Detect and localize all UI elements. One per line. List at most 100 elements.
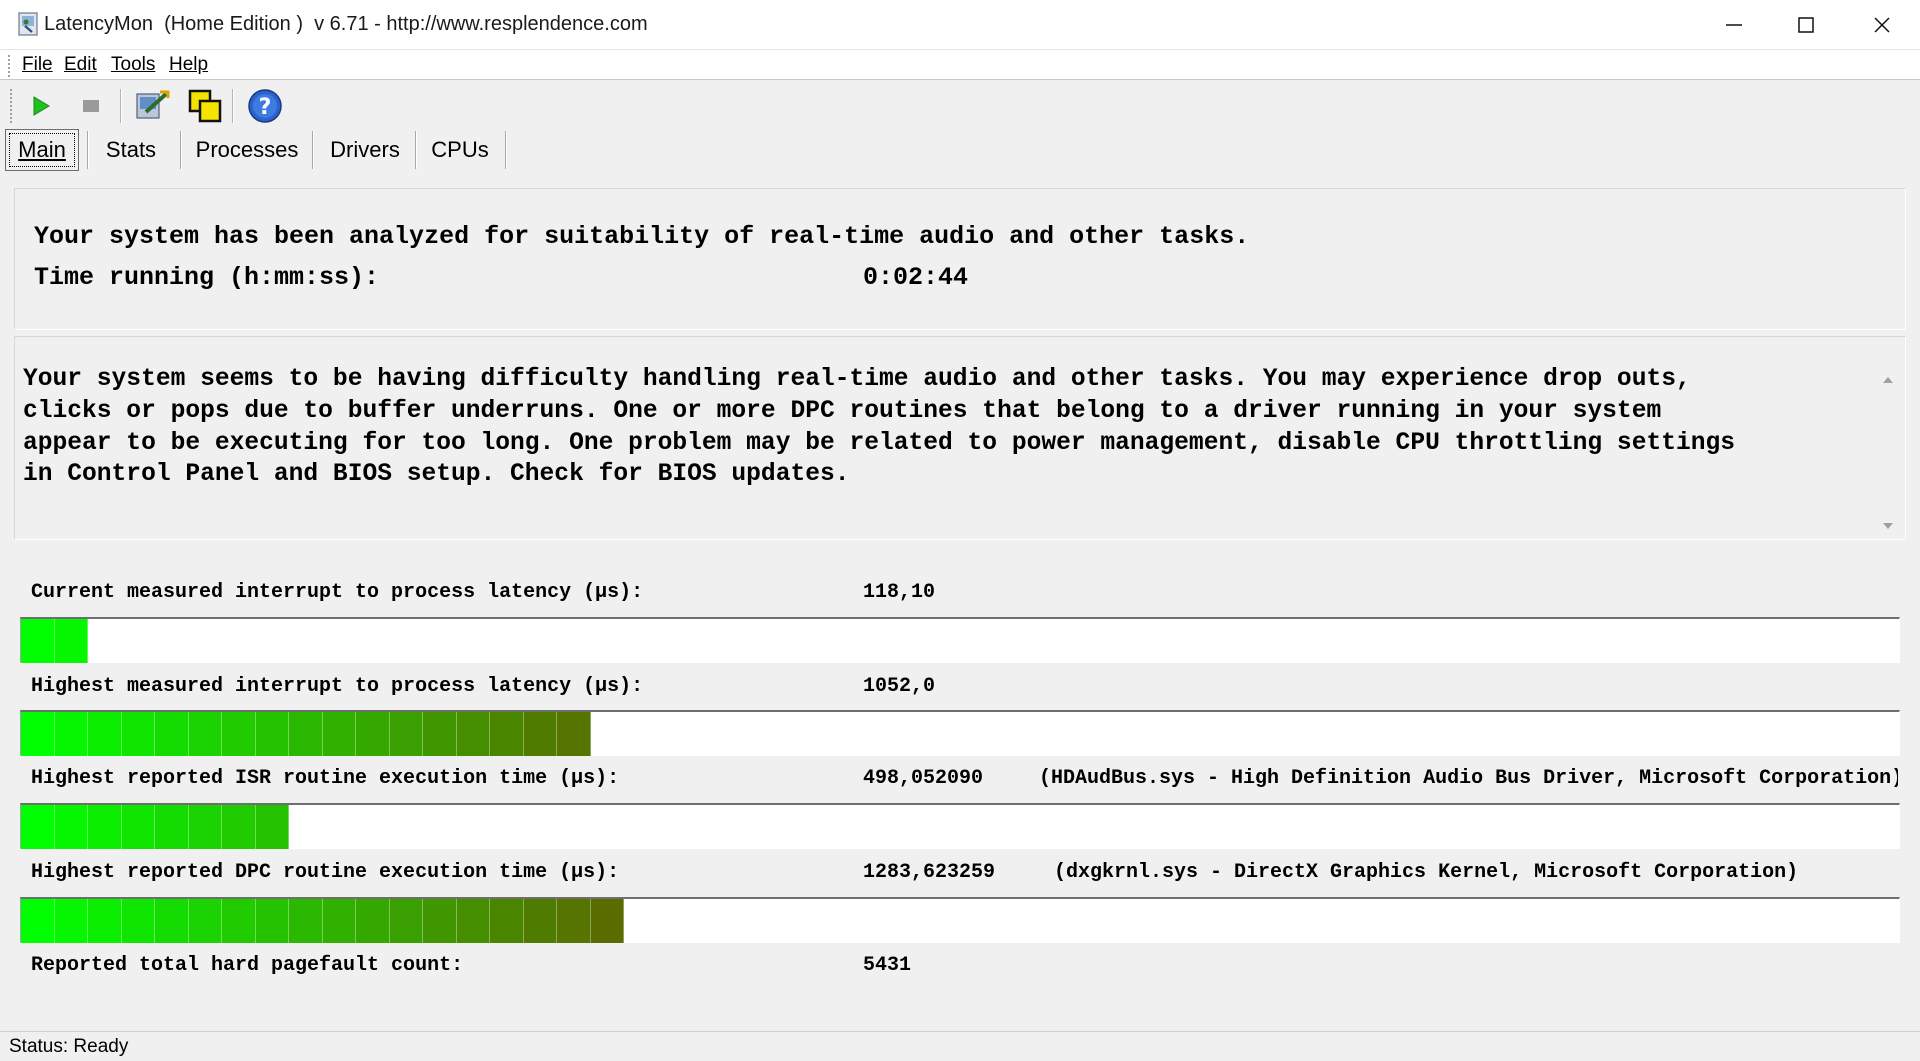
bar-segment (88, 899, 122, 943)
current-latency-label: Current measured interrupt to process la… (31, 581, 644, 604)
bar-segment (456, 712, 490, 756)
tab-main[interactable]: Main (5, 129, 79, 171)
bar-segment (54, 619, 88, 663)
bar-segment (188, 712, 222, 756)
menu-tools-label: Tools (111, 54, 156, 75)
tab-separator (415, 131, 417, 169)
verdict-text: Your system seems to be having difficult… (23, 366, 1736, 489)
bar-segment (21, 805, 55, 849)
help-icon: ? (248, 89, 282, 123)
bar-segment (590, 899, 624, 943)
status-text: Status: Ready (9, 1036, 129, 1057)
bar-segment (456, 899, 490, 943)
bar-segment (289, 712, 323, 756)
bar-segment (188, 899, 222, 943)
current-latency-bar-fill (21, 619, 88, 663)
isr-time-bar (20, 803, 1900, 849)
menu-bar: File Edit Tools Help (0, 50, 1920, 80)
play-icon (33, 96, 50, 116)
windows-button[interactable] (186, 87, 224, 125)
close-button[interactable] (1846, 0, 1918, 50)
tools-button[interactable] (133, 87, 171, 125)
bar-segment (423, 899, 457, 943)
bar-segment (255, 712, 289, 756)
toolbar-grip (10, 89, 13, 123)
pagefault-label: Reported total hard pagefault count: (31, 954, 464, 977)
stop-icon (83, 100, 99, 112)
tab-separator (87, 131, 89, 169)
status-bar: Status: Ready (0, 1031, 1920, 1061)
dpc-time-bar-fill (21, 899, 624, 943)
verdict-panel: Your system seems to be having difficult… (14, 336, 1906, 540)
tab-cpus-label: CPUs (431, 137, 489, 162)
tab-main-label: Main (18, 137, 66, 162)
current-latency-bar (20, 617, 1900, 663)
bar-segment (289, 899, 323, 943)
isr-time-value: 498,052090 (863, 767, 984, 790)
bar-segment (255, 805, 289, 849)
menu-grip (8, 55, 11, 77)
menu-help[interactable]: Help (169, 54, 208, 76)
bar-segment (356, 899, 390, 943)
bar-segment (523, 712, 557, 756)
pagefault-value: 5431 (863, 954, 912, 977)
highest-latency-label: Highest measured interrupt to process la… (31, 675, 644, 698)
bar-segment (54, 712, 88, 756)
window-title: LatencyMon (Home Edition ) v 6.71 - http… (44, 13, 648, 35)
dpc-time-label: Highest reported DPC routine execution t… (31, 861, 620, 884)
bar-segment (322, 899, 356, 943)
time-running-value: 0:02:44 (863, 263, 969, 292)
svg-text:?: ? (259, 95, 272, 120)
stop-button[interactable] (72, 87, 110, 125)
tab-separator (180, 131, 182, 169)
tab-strip: Main Stats Processes Drivers CPUs (0, 129, 1920, 173)
app-icon (18, 12, 38, 36)
bar-segment (121, 899, 155, 943)
maximize-button[interactable] (1770, 0, 1842, 50)
minimize-icon (1726, 24, 1742, 26)
menu-edit[interactable]: Edit (64, 54, 97, 76)
bar-segment (222, 899, 256, 943)
dpc-time-bar (20, 897, 1900, 943)
tab-drivers[interactable]: Drivers (320, 129, 410, 171)
wrench-icon (136, 90, 170, 119)
bar-segment (523, 899, 557, 943)
bar-segment (490, 899, 524, 943)
dpc-time-value: 1283,623259 (863, 861, 996, 884)
title-bar: LatencyMon (Home Edition ) v 6.71 - http… (0, 0, 1920, 50)
bar-segment (222, 805, 256, 849)
maximize-icon (1798, 17, 1814, 33)
isr-driver-info: (HDAudBus.sys - High Definition Audio Bu… (1039, 767, 1898, 790)
bar-segment (490, 712, 524, 756)
bar-segment (356, 712, 390, 756)
minimize-button[interactable] (1698, 0, 1770, 50)
scroll-down-arrow-icon[interactable] (1881, 519, 1895, 533)
bar-segment (222, 712, 256, 756)
tab-cpus[interactable]: CPUs (422, 129, 498, 171)
start-button[interactable] (22, 87, 60, 125)
menu-tools[interactable]: Tools (111, 54, 155, 76)
bar-segment (322, 712, 356, 756)
menu-file-label: File (22, 54, 53, 75)
tab-processes-label: Processes (195, 137, 299, 162)
toolbar-separator-2 (232, 89, 234, 123)
tab-separator (505, 131, 507, 169)
bar-segment (389, 712, 423, 756)
tab-drivers-label: Drivers (330, 137, 400, 162)
menu-file[interactable]: File (22, 54, 53, 76)
tab-processes[interactable]: Processes (190, 129, 304, 171)
bar-segment (389, 899, 423, 943)
tab-stats-label: Stats (105, 137, 157, 162)
bar-segment (155, 712, 189, 756)
bar-segment (54, 899, 88, 943)
bar-segment (255, 899, 289, 943)
close-icon (1874, 17, 1890, 33)
dpc-driver-info: (dxgkrnl.sys - DirectX Graphics Kernel, … (1054, 861, 1799, 884)
bar-segment (188, 805, 222, 849)
menu-help-label: Help (169, 54, 209, 75)
windows-icon (188, 89, 222, 123)
help-button[interactable]: ? (246, 87, 284, 125)
scroll-up-arrow-icon[interactable] (1881, 373, 1895, 387)
tab-stats[interactable]: Stats (96, 129, 166, 171)
time-running-label: Time running (h:mm:ss): (34, 263, 380, 292)
